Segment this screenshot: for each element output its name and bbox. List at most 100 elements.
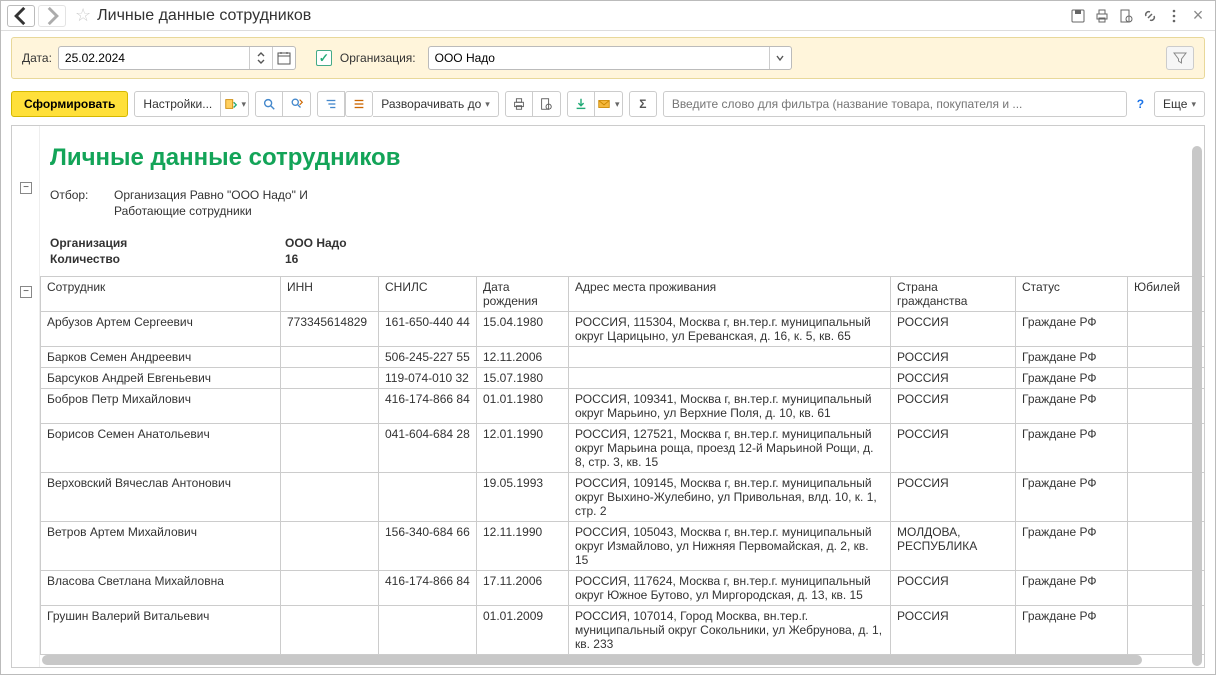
cell-employee: Ветров Артем Михайлович	[41, 522, 281, 571]
cell-status: Граждане РФ	[1016, 347, 1128, 368]
print-button[interactable]	[505, 91, 533, 117]
find-button[interactable]	[255, 91, 283, 117]
collapse-toggle-1[interactable]: −	[20, 182, 32, 194]
expand-levels-button[interactable]	[317, 91, 345, 117]
collapse-levels-button[interactable]	[345, 91, 373, 117]
table-row[interactable]: Барсуков Андрей Евгеньевич 119-074-010 32…	[41, 368, 1205, 389]
table-row[interactable]: Барков Семен Андреевич 506-245-227 5512.1…	[41, 347, 1205, 368]
table-row[interactable]: Ветров Артем Михайлович156-340-684 6612.…	[41, 522, 1205, 571]
cell-address	[569, 368, 891, 389]
table-row[interactable]: Арбузов Артем Сергеевич773345614829161-6…	[41, 312, 1205, 347]
report-scroll[interactable]: Личные данные сотрудников Отбор: Организ…	[40, 126, 1204, 667]
report-title: Личные данные сотрудников	[50, 144, 1204, 172]
selection-label: Отбор:	[50, 188, 114, 202]
clear-filter-button[interactable]	[1166, 46, 1194, 70]
cell-employee: Барсуков Андрей Евгеньевич	[41, 368, 281, 389]
window-title: Личные данные сотрудников	[97, 7, 311, 25]
sum-button[interactable]: Σ	[629, 91, 657, 117]
table-header-row: Сотрудник ИНН СНИЛС Дата рождения Адрес …	[41, 277, 1205, 312]
horizontal-scrollbar[interactable]	[42, 655, 1188, 665]
outline-gutter: − −	[12, 126, 40, 667]
cell-address: РОССИЯ, 127521, Москва г, вн.тер.г. муни…	[569, 424, 891, 473]
help-button[interactable]: ?	[1133, 97, 1148, 111]
col-status: Статус	[1016, 277, 1128, 312]
table-row[interactable]: Власова Светлана Михайловна416-174-866 8…	[41, 571, 1205, 606]
cell-citizenship: РОССИЯ	[891, 424, 1016, 473]
cell-dob: 19.05.1993	[477, 473, 569, 522]
table-row[interactable]: Бобров Петр Михайлович416-174-866 8401.0…	[41, 389, 1205, 424]
collapse-toggle-2[interactable]: −	[20, 286, 32, 298]
cell-snils	[379, 606, 477, 655]
cell-snils: 119-074-010 32	[379, 368, 477, 389]
cell-address: РОССИЯ, 109145, Москва г, вн.тер.г. муни…	[569, 473, 891, 522]
date-calendar-button[interactable]	[273, 47, 295, 69]
cell-dob: 12.11.1990	[477, 522, 569, 571]
settings-variants-button[interactable]: ▾	[221, 91, 249, 117]
summary-count-label: Количество	[50, 252, 285, 266]
cell-address: РОССИЯ, 109341, Москва г, вн.тер.г. муни…	[569, 389, 891, 424]
date-input[interactable]	[59, 51, 249, 65]
cell-citizenship: РОССИЯ	[891, 389, 1016, 424]
favorite-star-icon[interactable]: ☆	[75, 5, 91, 26]
cell-employee: Борисов Семен Анатольевич	[41, 424, 281, 473]
cell-citizenship: РОССИЯ	[891, 473, 1016, 522]
table-row[interactable]: Верховский Вячеслав Антонович19.05.1993Р…	[41, 473, 1205, 522]
date-label: Дата:	[22, 51, 52, 65]
print-icon[interactable]	[1091, 5, 1113, 27]
cell-dob: 12.01.1990	[477, 424, 569, 473]
preview-icon[interactable]	[1115, 5, 1137, 27]
cell-status: Граждане РФ	[1016, 389, 1128, 424]
cell-dob: 12.11.2006	[477, 347, 569, 368]
expand-to-button[interactable]: Разворачивать до▾	[373, 91, 499, 117]
cell-employee: Арбузов Артем Сергеевич	[41, 312, 281, 347]
link-icon[interactable]	[1139, 5, 1161, 27]
col-dob: Дата рождения	[477, 277, 569, 312]
table-row[interactable]: Борисов Семен Анатольевич 041-604-684 281…	[41, 424, 1205, 473]
cell-inn	[281, 424, 379, 473]
cell-snils: 041-604-684 28	[379, 424, 477, 473]
find-next-button[interactable]	[283, 91, 311, 117]
cell-snils: 506-245-227 55	[379, 347, 477, 368]
summary-org-label: Организация	[50, 236, 285, 250]
close-button[interactable]: ×	[1187, 5, 1209, 27]
print-preview-button[interactable]	[533, 91, 561, 117]
cell-citizenship: РОССИЯ	[891, 368, 1016, 389]
cell-inn	[281, 571, 379, 606]
cell-address: РОССИЯ, 107014, Город Москва, вн.тер.г. …	[569, 606, 891, 655]
org-checkbox[interactable]: ✓	[316, 50, 332, 66]
selection-line-1: Организация Равно "ООО Надо" И	[114, 188, 308, 202]
cell-snils: 161-650-440 44	[379, 312, 477, 347]
email-button[interactable]: ▾	[595, 91, 623, 117]
more-button[interactable]: Еще▾	[1154, 91, 1205, 117]
col-inn: ИНН	[281, 277, 379, 312]
date-spinner-button[interactable]	[250, 47, 272, 69]
save-icon[interactable]	[1067, 5, 1089, 27]
save-file-button[interactable]	[567, 91, 595, 117]
table-row[interactable]: Грушин Валерий Витальевич01.01.2009РОССИ…	[41, 606, 1205, 655]
app-window: ☆ Личные данные сотрудников × Дата:	[0, 0, 1216, 675]
summary-block: Организация ООО Надо Количество 16	[50, 236, 1204, 266]
cell-inn	[281, 368, 379, 389]
cell-employee: Бобров Петр Михайлович	[41, 389, 281, 424]
cell-inn	[281, 606, 379, 655]
cell-employee: Барков Семен Андреевич	[41, 347, 281, 368]
nav-back-button[interactable]	[7, 5, 35, 27]
org-input[interactable]	[429, 51, 769, 65]
summary-count-value: 16	[285, 252, 298, 266]
vertical-scrollbar[interactable]	[1192, 146, 1202, 668]
col-snils: СНИЛС	[379, 277, 477, 312]
report-area: − − Личные данные сотрудников Отбор: Орг…	[11, 125, 1205, 668]
col-address: Адрес места проживания	[569, 277, 891, 312]
nav-forward-button[interactable]	[38, 5, 66, 27]
search-filter-input[interactable]	[663, 91, 1127, 117]
cell-citizenship: РОССИЯ	[891, 606, 1016, 655]
generate-button[interactable]: Сформировать	[11, 91, 128, 117]
summary-org-value: ООО Надо	[285, 236, 347, 250]
kebab-menu-icon[interactable]	[1163, 5, 1185, 27]
cell-status: Граждане РФ	[1016, 606, 1128, 655]
org-dropdown-button[interactable]	[769, 47, 791, 69]
settings-button[interactable]: Настройки...	[134, 91, 221, 117]
cell-dob: 15.07.1980	[477, 368, 569, 389]
org-field	[428, 46, 792, 70]
cell-citizenship: РОССИЯ	[891, 312, 1016, 347]
